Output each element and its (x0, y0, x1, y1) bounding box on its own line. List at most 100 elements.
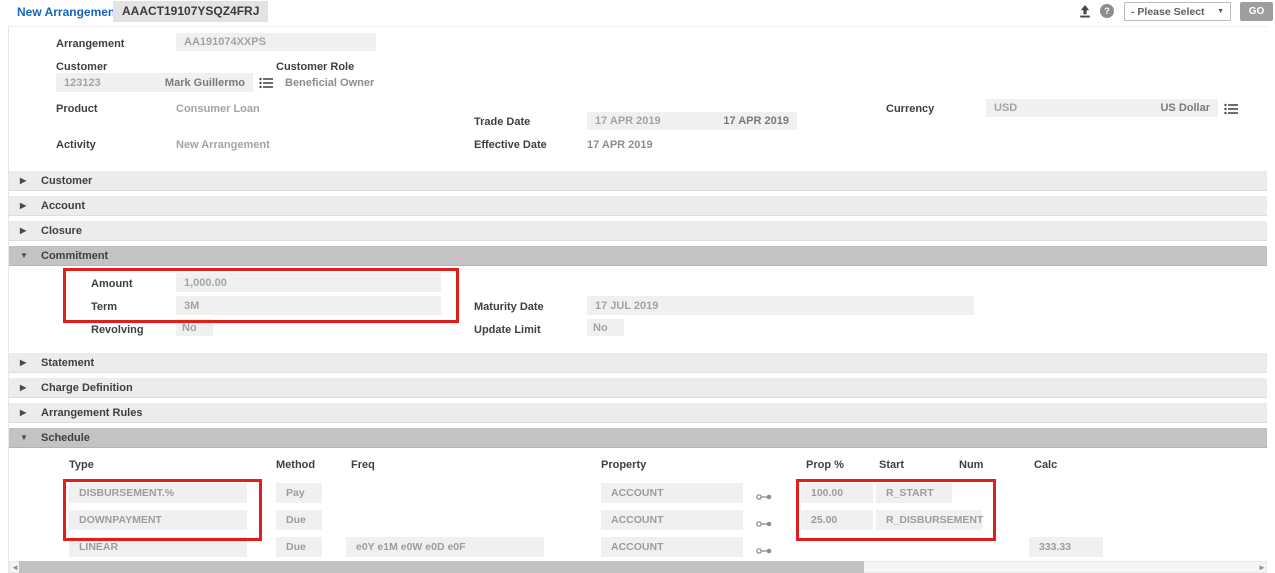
section-account[interactable]: ▶ Account (9, 196, 1267, 216)
section-charge-definition[interactable]: ▶ Charge Definition (9, 378, 1267, 398)
trade-date-label: Trade Date (474, 116, 530, 128)
arrangement-value: AA191074XXPS (184, 36, 266, 48)
arrangement-label: Arrangement (56, 38, 124, 50)
section-statement[interactable]: ▶ Statement (9, 353, 1267, 373)
scroll-right-icon[interactable]: ► (1258, 563, 1266, 572)
col-header-calc: Calc (1034, 459, 1057, 471)
customer-role-label: Customer Role (276, 61, 354, 73)
section-arrangement-rules-title: Arrangement Rules (41, 407, 142, 419)
effective-date-value: 17 APR 2019 (587, 139, 653, 151)
customer-value: 123123 (64, 77, 101, 89)
schedule-calc-field[interactable]: 333.33 (1029, 537, 1103, 557)
amount-field[interactable]: 1,000.00 (176, 273, 441, 292)
amount-value: 1,000.00 (184, 277, 227, 289)
section-closure-title: Closure (41, 225, 82, 237)
section-schedule[interactable]: ▼ Schedule (9, 428, 1267, 448)
amount-label: Amount (91, 278, 133, 290)
schedule-method-field[interactable]: Due (276, 537, 322, 557)
currency-value: USD (994, 102, 1017, 114)
help-icon[interactable]: ? (1100, 4, 1114, 18)
customer-role-value: Beneficial Owner (285, 77, 374, 89)
col-header-method: Method (276, 459, 315, 471)
upload-icon[interactable] (1078, 4, 1092, 19)
scroll-left-icon[interactable]: ◄ (11, 563, 19, 572)
schedule-type-field[interactable]: LINEAR (69, 537, 247, 557)
section-statement-title: Statement (41, 357, 94, 369)
update-limit-value: No (593, 322, 608, 334)
schedule-prop-pct-field[interactable]: 100.00 (801, 483, 873, 503)
action-select-value: - Please Select (1131, 6, 1205, 18)
schedule-prop-pct-field[interactable]: 25.00 (801, 510, 873, 530)
trade-date-enrichment: 17 APR 2019 (723, 115, 789, 127)
activity-value: New Arrangement (176, 139, 270, 151)
trade-date-value: 17 APR 2019 (595, 115, 661, 127)
chevron-right-icon: ▶ (20, 408, 32, 417)
customer-label: Customer (56, 61, 107, 73)
action-select[interactable]: - Please Select ▼ (1124, 2, 1231, 21)
schedule-property-field[interactable]: ACCOUNT (601, 510, 743, 530)
currency-field[interactable]: USD US Dollar (986, 99, 1218, 117)
update-limit-field[interactable]: No (587, 319, 624, 336)
schedule-type-field[interactable]: DISBURSEMENT.% (69, 483, 247, 503)
schedule-type-field[interactable]: DOWNPAYMENT (69, 510, 247, 530)
chevron-right-icon: ▶ (20, 383, 32, 392)
link-icon[interactable] (756, 543, 773, 553)
customer-enrichment: Mark Guillermo (165, 77, 245, 89)
activity-label: Activity (56, 139, 96, 151)
section-account-title: Account (41, 200, 85, 212)
schedule-start-field[interactable]: R_START (876, 483, 952, 503)
section-customer[interactable]: ▶ Customer (9, 171, 1267, 191)
term-value: 3M (184, 300, 199, 312)
chevron-down-icon: ▼ (1217, 8, 1224, 15)
section-closure[interactable]: ▶ Closure (9, 221, 1267, 241)
revolving-field[interactable]: No (176, 319, 213, 336)
section-customer-title: Customer (41, 175, 92, 187)
col-header-property: Property (601, 459, 646, 471)
product-value: Consumer Loan (176, 103, 260, 115)
maturity-date-value: 17 JUL 2019 (595, 300, 658, 312)
update-limit-label: Update Limit (474, 324, 541, 336)
term-label: Term (91, 301, 117, 313)
schedule-method-field[interactable]: Due (276, 510, 322, 530)
section-arrangement-rules[interactable]: ▶ Arrangement Rules (9, 403, 1267, 423)
scrollbar-thumb[interactable] (19, 561, 864, 573)
col-header-freq: Freq (351, 459, 375, 471)
schedule-property-field[interactable]: ACCOUNT (601, 537, 743, 557)
currency-enrichment: US Dollar (1160, 102, 1210, 114)
currency-label: Currency (886, 103, 934, 115)
product-label: Product (56, 103, 98, 115)
list-icon[interactable] (1224, 102, 1238, 114)
trade-date-field[interactable]: 17 APR 2019 17 APR 2019 (587, 112, 797, 130)
chevron-down-icon: ▼ (20, 251, 32, 260)
section-commitment-title: Commitment (41, 250, 108, 262)
link-icon[interactable] (756, 516, 773, 526)
link-icon[interactable] (756, 489, 773, 499)
arrangement-field[interactable]: AA191074XXPS (176, 33, 376, 51)
maturity-date-field[interactable]: 17 JUL 2019 (587, 296, 974, 315)
section-commitment[interactable]: ▼ Commitment (9, 246, 1267, 266)
arrangement-form: Arrangement AA191074XXPS Customer Custom… (8, 26, 1267, 573)
schedule-freq-field[interactable]: e0Y e1M e0W e0D e0F (346, 537, 544, 557)
section-schedule-title: Schedule (41, 432, 90, 444)
go-button[interactable]: GO (1240, 2, 1273, 21)
schedule-method-field[interactable]: Pay (276, 483, 322, 503)
schedule-property-field[interactable]: ACCOUNT (601, 483, 743, 503)
tab-new-arrangement[interactable]: New Arrangement (17, 5, 119, 19)
customer-field[interactable]: 123123 Mark Guillermo (56, 73, 253, 92)
chevron-right-icon: ▶ (20, 226, 32, 235)
schedule-start-field[interactable]: R_DISBURSEMENT (876, 510, 982, 530)
chevron-right-icon: ▶ (20, 358, 32, 367)
chevron-right-icon: ▶ (20, 176, 32, 185)
col-header-prop-pct: Prop % (806, 459, 844, 471)
tab-arrangement-id[interactable]: AAACT19107YSQZ4FRJ (113, 1, 268, 22)
col-header-num: Num (959, 459, 983, 471)
maturity-date-label: Maturity Date (474, 301, 544, 313)
chevron-down-icon: ▼ (20, 433, 32, 442)
term-field[interactable]: 3M (176, 296, 441, 315)
effective-date-label: Effective Date (474, 139, 547, 151)
page: New Arrangement AAACT19107YSQZ4FRJ ? - P… (0, 0, 1275, 573)
list-icon[interactable] (259, 76, 273, 88)
revolving-label: Revolving (91, 324, 144, 336)
revolving-value: No (182, 322, 197, 334)
chevron-right-icon: ▶ (20, 201, 32, 210)
